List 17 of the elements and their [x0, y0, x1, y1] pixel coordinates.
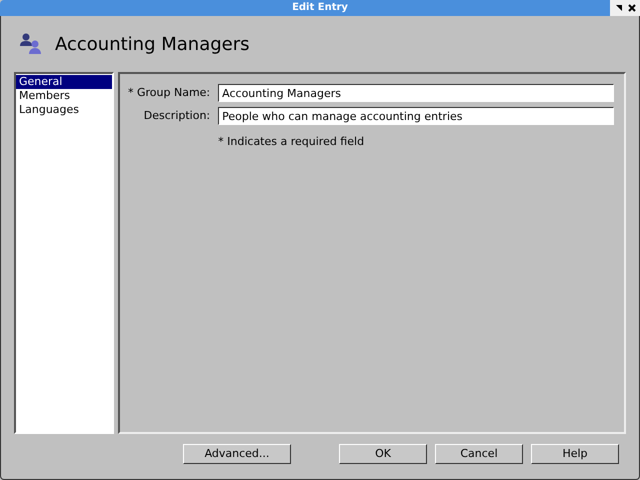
dialog-button[interactable]: Help	[531, 444, 619, 464]
dialog-button[interactable]: OK	[339, 444, 427, 464]
dialog-button[interactable]: Cancel	[435, 444, 523, 464]
sidebar-item[interactable]: Members	[16, 89, 112, 103]
close-icon[interactable]	[628, 4, 636, 12]
resize-icon[interactable]	[614, 4, 622, 12]
group-icon	[19, 33, 43, 55]
field-label: * Group Name:	[128, 84, 210, 101]
sidebar-item[interactable]: General	[16, 75, 112, 89]
window-title: Edit Entry	[292, 3, 348, 13]
sidebar-item[interactable]: Languages	[16, 103, 112, 117]
text-field[interactable]: People who can manage accounting entries	[218, 107, 614, 125]
header-title: Accounting Managers	[55, 32, 250, 56]
field-label: Description:	[142, 108, 210, 124]
text-field[interactable]: Accounting Managers	[218, 84, 614, 102]
dialog-button[interactable]: Advanced...	[183, 444, 291, 464]
required-note: * Indicates a required field	[218, 134, 366, 150]
